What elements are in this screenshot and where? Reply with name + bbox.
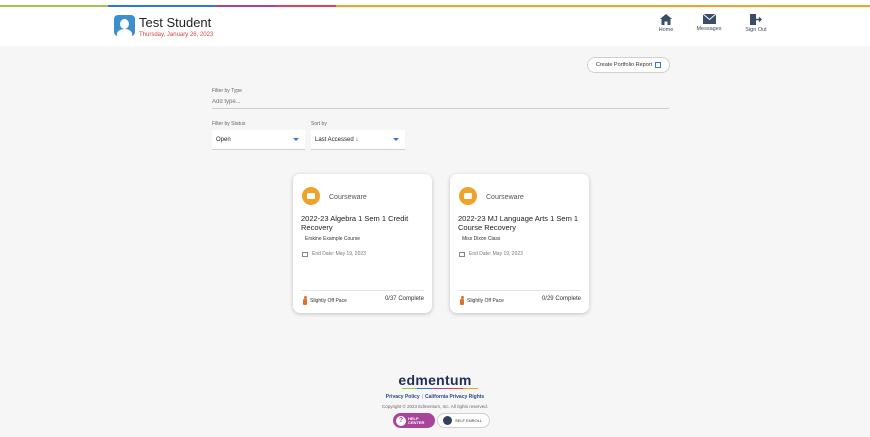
- nav-messages-label: Messages: [696, 26, 722, 32]
- pace-status-text: Slightly Off Pace: [310, 297, 347, 304]
- completion-count: 0/29 Complete: [541, 296, 581, 302]
- pace-status-text: Slightly Off Pace: [467, 297, 504, 304]
- help-center-label: HELP CENTER: [408, 415, 425, 425]
- card-divider: [458, 290, 581, 291]
- filter-status-select[interactable]: Open: [212, 130, 305, 150]
- external-link-icon: [655, 62, 662, 68]
- nav-home-label: Home: [658, 27, 674, 33]
- nav-home[interactable]: Home: [646, 14, 686, 33]
- course-card[interactable]: Courseware 2022-23 Algebra 1 Sem 1 Credi…: [293, 174, 432, 313]
- calendar-icon: [302, 251, 308, 257]
- courseware-icon: [302, 187, 320, 205]
- sort-by-label: Sort by: [311, 121, 327, 127]
- student-name: Test Student: [139, 15, 212, 30]
- create-portfolio-report-button[interactable]: Create Portfolio Report: [587, 57, 670, 73]
- create-portfolio-report-label: Create Portfolio Report: [595, 62, 653, 68]
- top-bar: Test Student Thursday, January 26, 2023 …: [0, 0, 870, 46]
- help-center-button[interactable]: ? HELP CENTER: [393, 413, 435, 428]
- brand-stripe: [0, 5, 870, 7]
- course-end-date-text: End Date: May 19, 2023: [469, 251, 523, 257]
- self-enroll-button[interactable]: SELF ENROLL: [437, 413, 490, 428]
- copyright-text: Copyright © 2023 Edmentum, Inc. All righ…: [381, 404, 489, 409]
- course-type: Courseware: [486, 194, 524, 201]
- filter-type-label: Filter by Type: [212, 88, 242, 94]
- pace-status: Slightly Off Pace: [303, 296, 347, 305]
- course-subtitle: Miss Dixon Class: [462, 236, 501, 242]
- filter-status-label: Filter by Status: [212, 121, 246, 127]
- course-title[interactable]: 2022-23 Algebra 1 Sem 1 Credit Recovery: [301, 214, 429, 232]
- course-end-date: End Date: May 19, 2023: [459, 251, 523, 257]
- chevron-down-icon: [293, 138, 299, 141]
- self-enroll-label: SELF ENROLL: [455, 418, 483, 423]
- person-icon: [303, 296, 307, 305]
- avatar: [114, 15, 135, 36]
- course-title[interactable]: 2022-23 MJ Language Arts 1 Sem 1 Course …: [458, 214, 586, 232]
- completion-count: 0/37 Complete: [384, 296, 424, 302]
- courseware-icon: [459, 187, 477, 205]
- privacy-policy-link[interactable]: Privacy Policy: [386, 394, 420, 400]
- chevron-down-icon: [393, 138, 399, 141]
- course-end-date-text: End Date: May 19, 2023: [312, 251, 366, 257]
- envelope-icon: [702, 14, 716, 24]
- current-date: Thursday, January 26, 2023: [139, 32, 214, 38]
- help-icon: ?: [396, 415, 406, 426]
- card-divider: [301, 290, 424, 291]
- home-icon: [660, 14, 672, 25]
- pace-status: Slightly Off Pace: [460, 296, 504, 305]
- footer-links: Privacy Policy | California Privacy Rights: [0, 394, 870, 400]
- sort-by-select[interactable]: Last Accessed ↓: [311, 130, 405, 150]
- nav-messages[interactable]: Messages: [689, 14, 729, 32]
- filter-type-input[interactable]: [212, 96, 669, 109]
- person-icon: [443, 416, 452, 425]
- nav-sign-out-label: Sign Out: [745, 27, 767, 33]
- filter-status-value: Open: [216, 136, 231, 143]
- course-subtitle: Erskine Example Course: [305, 236, 361, 242]
- sort-by-value: Last Accessed ↓: [315, 136, 359, 143]
- nav-sign-out[interactable]: Sign Out: [736, 14, 776, 33]
- person-icon: [460, 296, 464, 305]
- edmentum-logo: edmentum: [398, 372, 472, 388]
- course-type: Courseware: [329, 194, 367, 201]
- sign-out-icon: [750, 14, 762, 25]
- california-privacy-link[interactable]: California Privacy Rights: [425, 394, 484, 400]
- logo-underline: [402, 388, 479, 389]
- course-card[interactable]: Courseware 2022-23 MJ Language Arts 1 Se…: [450, 174, 589, 313]
- calendar-icon: [459, 251, 465, 257]
- course-end-date: End Date: May 19, 2023: [302, 251, 366, 257]
